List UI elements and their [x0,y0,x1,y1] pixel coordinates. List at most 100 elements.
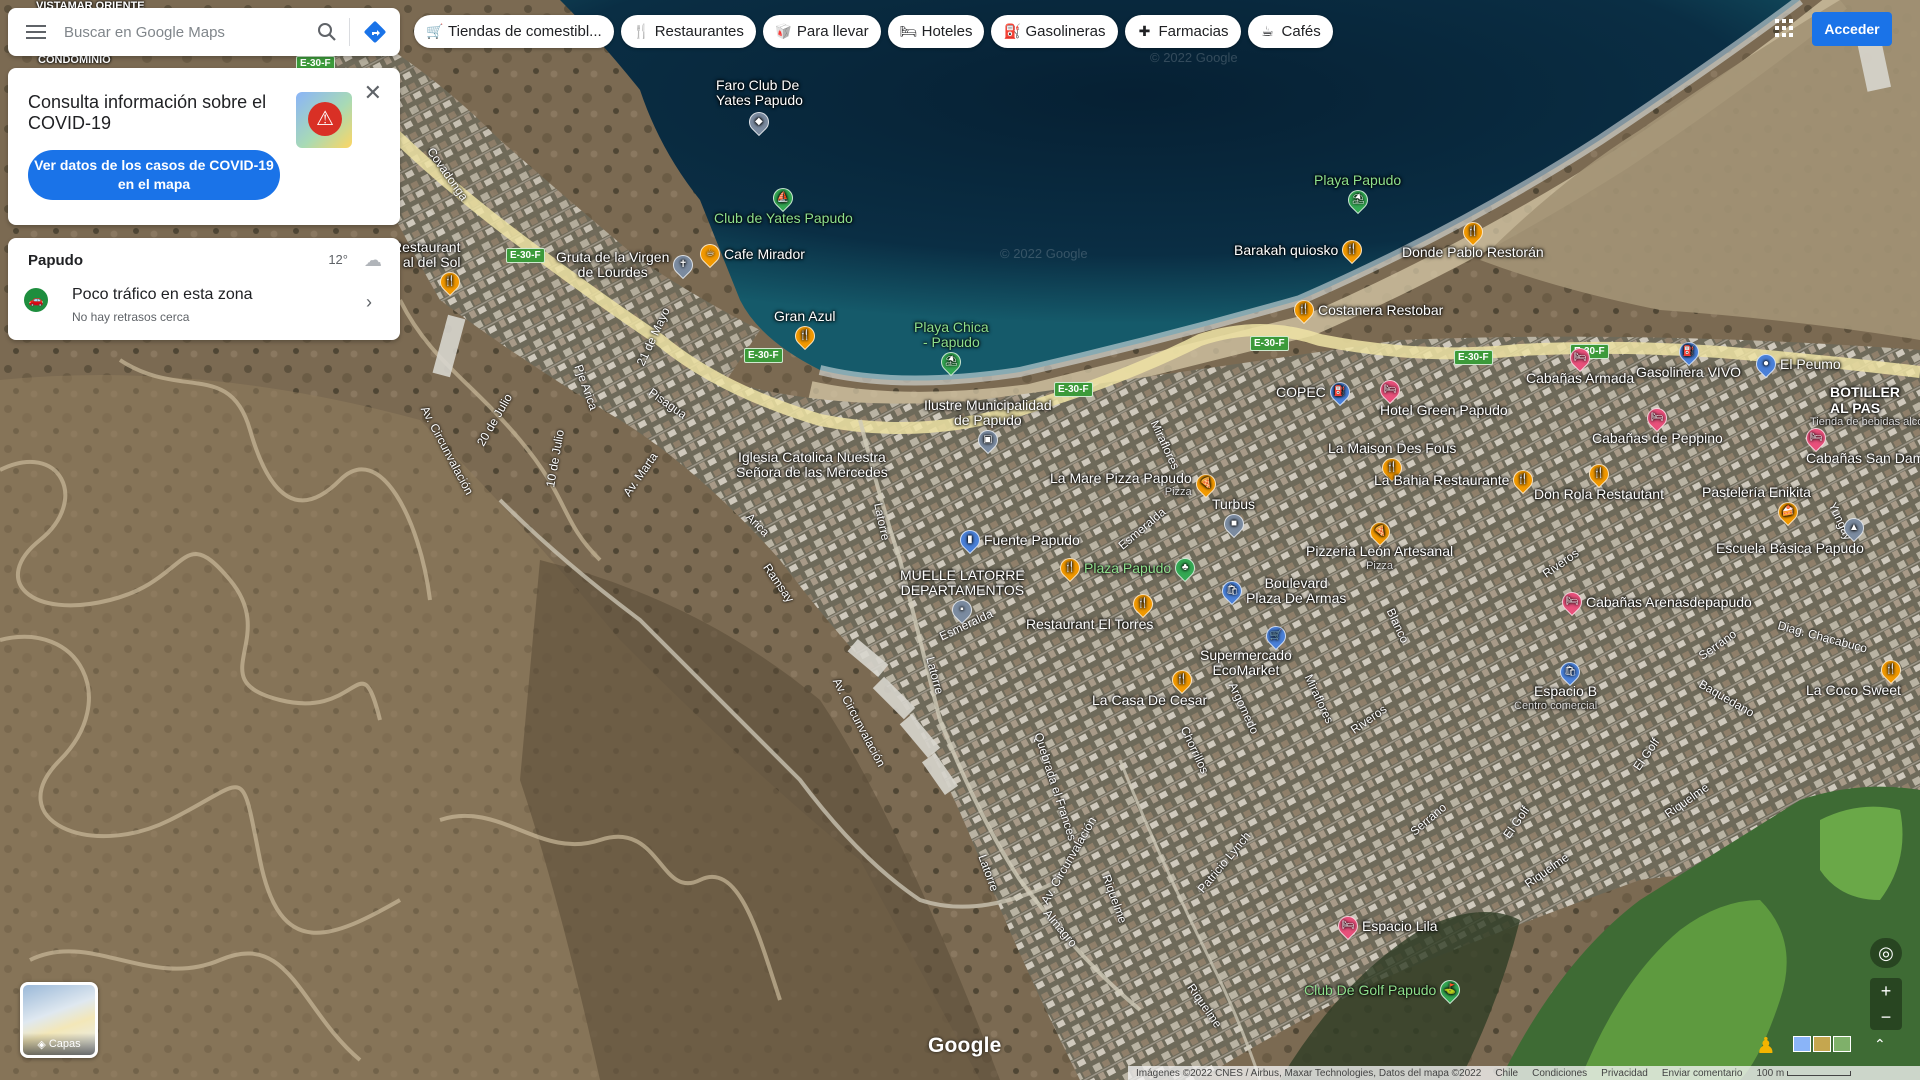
poi-marker[interactable]: Playa Papudo ⛱ [1314,172,1402,215]
poi-marker[interactable]: 🛏 Cabañas de Peppino [1592,403,1723,446]
poi-category: Pizza [1366,560,1393,572]
poi-marker[interactable]: 🛏 Cabañas San Dam [1801,423,1920,466]
imagery-thumbnail[interactable] [1833,1036,1851,1052]
grocery-pin-icon: 🛒 [1261,621,1291,651]
poi-marker[interactable]: 🛍 Boulevard Plaza De Armas [1217,576,1346,606]
traffic-status: Poco tráfico en esta zona [72,286,253,303]
poi-marker[interactable]: 🍴 Donde Pablo Restorán [1402,217,1544,260]
city-hall-icon: ▣ [973,425,1002,455]
poi-marker[interactable]: 🍴 Costanera Restobar [1289,295,1444,325]
poi-label: Espacio Lila [1362,918,1438,934]
directions-icon [364,21,386,43]
search-input[interactable] [64,23,305,41]
poi-marker[interactable]: 🛏 Cabañas Armada [1526,343,1635,386]
poi-marker[interactable]: 🍴 La Casa De Cesar [1092,665,1207,708]
poi-marker[interactable]: Iglesia Catolica Nuestra Señora de las M… [736,450,888,480]
poi-category: Tienda de bebidas alcohólicas [1810,416,1920,428]
cafe-icon: ☕ [1261,23,1274,39]
imagery-thumbnail[interactable] [1813,1036,1831,1052]
poi-marker[interactable]: ▮ Fuente Papudo [955,525,1080,555]
poi-marker[interactable]: 🛏 Cabañas Arenasdepapudo [1557,587,1752,617]
apps-grid-button[interactable] [1772,16,1796,40]
zoom-out-button[interactable]: − [1870,1004,1902,1030]
restaurant-pin-icon: 🍴 [1129,589,1158,619]
poi-marker[interactable]: MUELLE LATORRE DEPARTAMENTOS ▪ [900,568,1025,625]
poi-label: Espacio B [1534,683,1598,699]
scale-bar[interactable]: 100 m [1756,1068,1852,1079]
poi-marker[interactable]: Turbus ■ [1212,496,1256,539]
poi-marker[interactable]: 🛍 Espacio B Centro comercial [1514,657,1598,712]
poi-marker[interactable]: Pastelería Enikita 🍰 [1702,484,1811,527]
terms-link[interactable]: Condiciones [1532,1068,1587,1079]
view-covid-data-button[interactable]: Ver datos de los casos de COVID-19 en el… [28,150,280,200]
poi-label: Costanera Restobar [1318,302,1444,318]
close-icon[interactable]: ✕ [364,82,382,104]
poi-label: Turbus [1212,496,1256,512]
poi-marker[interactable]: Restaurant al del Sol 🍴 [392,240,465,297]
poi-marker[interactable]: 🍕 Pizzeria León Artesanal Pizza [1306,517,1453,572]
poi-label: Playa Papudo [1314,172,1402,188]
send-feedback-link[interactable]: Enviar comentario [1662,1068,1743,1079]
my-location-button[interactable]: ◎ [1870,938,1902,968]
poi-marker[interactable]: Gruta de la Virgen de Lourdes ✝ [556,250,698,280]
hotel-pin-icon: 🛏 [1557,587,1587,617]
search-box [8,8,400,56]
poi-marker[interactable]: 🛏 Hotel Green Papudo [1375,375,1508,418]
directions-button[interactable] [350,8,400,56]
chip-label: Farmacias [1158,23,1229,40]
chip-groceries[interactable]: 🛒 Tiendas de comestibl... [414,15,614,48]
search-button[interactable] [305,8,349,56]
traffic-row[interactable]: 🚗 Poco tráfico en esta zona No hay retra… [8,282,400,334]
sign-in-button[interactable]: Acceder [1812,12,1892,46]
poi-marker[interactable]: Club De Golf Papudo ⛳ [1304,975,1465,1005]
chip-label: Tiendas de comestibl... [448,23,602,40]
attribution-bar: Imágenes ©2022 CNES / Airbus, Maxar Tech… [1128,1066,1920,1080]
chip-gas-stations[interactable]: ⛽ Gasolineras [991,15,1118,48]
poi-marker[interactable]: 🍴 Don Rola Restautant [1534,459,1664,502]
chip-takeout[interactable]: 🥡 Para llevar [762,15,881,48]
layers-button[interactable]: ◈ Capas [20,982,98,1058]
chip-restaurants[interactable]: 🍴 Restaurantes [620,15,756,48]
street-view-pegman-icon[interactable]: ♟ [1756,1034,1778,1060]
poi-marker[interactable]: ● El Peumo [1751,349,1841,379]
bus-pin-icon: ■ [1219,509,1248,539]
zoom-in-button[interactable]: + [1870,978,1902,1004]
warning-icon: ⚠ [308,102,342,136]
poi-marker[interactable]: Playa Chica - Papudo ⛱ [914,320,989,377]
poi-marker[interactable]: 🛏 Espacio Lila [1333,911,1438,941]
poi-marker[interactable]: Ilustre Municipalidad de Papudo ▣ [924,398,1052,455]
poi-marker[interactable]: ▲ Escuela Básica Papudo [1716,513,1869,556]
poi-label: Cabañas Armada [1526,370,1635,386]
poi-marker[interactable]: 🍴 Plaza Papudo ♣ [1055,553,1200,583]
poi-marker[interactable]: Gran Azul 🍴 [774,308,835,351]
poi-marker[interactable]: COPEC ⛽ [1276,377,1354,407]
menu-button[interactable] [8,8,64,56]
poi-marker[interactable]: La Bahia Restaurante 🍴 [1374,465,1538,495]
poi-marker[interactable]: ⛽ Gasolinera VIVO [1636,337,1741,380]
poi-marker[interactable]: 🍴 Restaurant El Torres [1026,589,1158,632]
poi-category: Pizza [1164,486,1192,498]
chip-hotels[interactable]: 🛏 Hoteles [887,15,985,48]
poi-marker[interactable]: 🍕 La Mare Pizza Papudo Pizza [1050,469,1220,499]
poi-label: Cabañas San Dam [1806,450,1920,466]
poi-marker[interactable]: BOTILLER AL PAS Tienda de bebidas alcohó… [1810,384,1920,428]
chip-pharmacies[interactable]: ✚ Farmacias [1124,15,1241,48]
poi-category: Centro comercial [1514,700,1598,712]
country-link[interactable]: Chile [1495,1068,1518,1079]
imagery-thumbnail[interactable] [1793,1036,1811,1052]
poi-marker[interactable]: 🍴 La Coco Sweet [1806,655,1906,698]
privacy-link[interactable]: Privacidad [1601,1068,1648,1079]
chevron-up-icon[interactable]: ⌃ [1874,1036,1886,1053]
poi-marker[interactable]: 🛒 Supermercado EcoMarket [1200,621,1292,678]
restaurant-icon: 🍴 [632,23,651,39]
restaurant-pin-icon: 🍴 [1289,295,1319,325]
poi-marker[interactable]: ⛵ Club de Yates Papudo [714,183,853,226]
boat-icon: ⛵ [769,183,798,213]
chip-cafes[interactable]: ☕ Cafés [1247,15,1333,48]
poi-marker[interactable]: ☕ Cafe Mirador [695,239,805,269]
hotel-pin-icon: 🛏 [1643,403,1672,433]
poi-label: La Maison Des Fous [1328,440,1457,456]
poi-marker[interactable]: Barakah quiosko 🍴 [1234,235,1367,265]
map-controls: ◎ + − [1870,938,1902,1030]
poi-marker[interactable]: Faro Club De Yates Papudo ◆ [716,78,803,137]
